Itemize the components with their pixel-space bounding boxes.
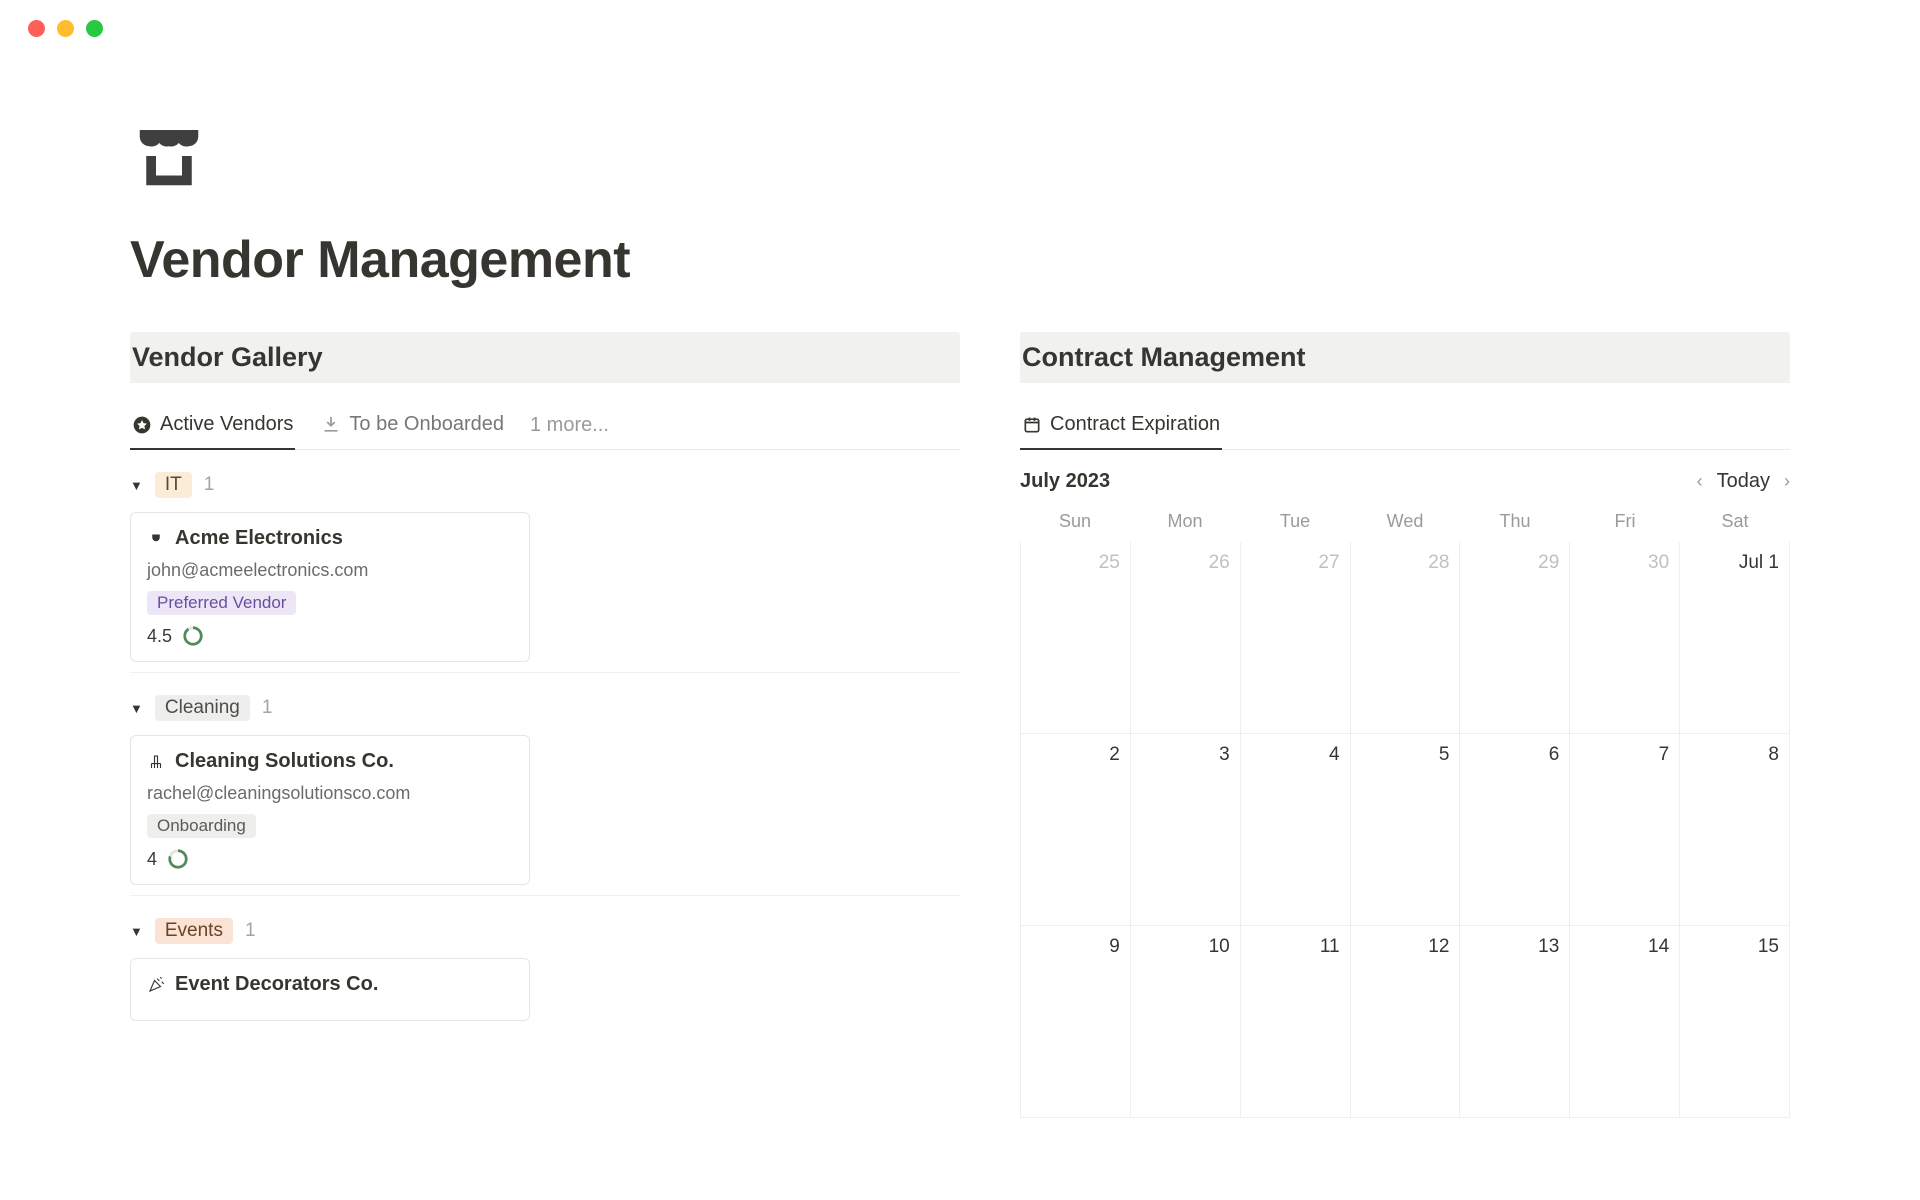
rating-value: 4.5 bbox=[147, 626, 172, 647]
disclosure-icon[interactable]: ▼ bbox=[130, 478, 143, 493]
group-count: 1 bbox=[245, 920, 256, 942]
group-count: 1 bbox=[262, 697, 273, 719]
calendar-cell[interactable]: 6 bbox=[1460, 734, 1570, 926]
badge-preferred-vendor: Preferred Vendor bbox=[147, 591, 296, 615]
calendar-grid: Sun Mon Tue Wed Thu Fri Sat 25 26 27 28 … bbox=[1020, 511, 1790, 1118]
calendar-cell[interactable]: 2 bbox=[1021, 734, 1131, 926]
party-icon bbox=[147, 976, 165, 994]
calendar-cell[interactable]: 27 bbox=[1241, 542, 1351, 734]
card-title-text: Acme Electronics bbox=[175, 527, 343, 550]
tab-to-be-onboarded[interactable]: To be Onboarded bbox=[319, 401, 506, 450]
calendar-icon bbox=[1022, 415, 1042, 435]
contract-tabs: Contract Expiration bbox=[1020, 401, 1790, 450]
group-tag-cleaning: Cleaning bbox=[155, 695, 250, 721]
rating-ring-icon bbox=[182, 625, 204, 647]
card-email: john@acmeelectronics.com bbox=[147, 560, 513, 581]
calendar-cell[interactable]: 10 bbox=[1131, 926, 1241, 1118]
dow-label: Sun bbox=[1020, 511, 1130, 532]
store-icon bbox=[130, 117, 208, 195]
calendar-prev-button[interactable]: ‹ bbox=[1697, 471, 1703, 492]
tab-label: Active Vendors bbox=[160, 413, 293, 436]
disclosure-icon[interactable]: ▼ bbox=[130, 924, 143, 939]
group-header-cleaning[interactable]: ▼ Cleaning 1 bbox=[130, 695, 960, 721]
group-header-events[interactable]: ▼ Events 1 bbox=[130, 918, 960, 944]
calendar-cell[interactable]: 8 bbox=[1680, 734, 1790, 926]
page-title: Vendor Management bbox=[130, 230, 1790, 290]
calendar-cell[interactable]: 26 bbox=[1131, 542, 1241, 734]
tab-contract-expiration[interactable]: Contract Expiration bbox=[1020, 401, 1222, 450]
vendor-card-events[interactable]: Event Decorators Co. bbox=[130, 958, 530, 1021]
minimize-window-button[interactable] bbox=[57, 20, 74, 37]
disclosure-icon[interactable]: ▼ bbox=[130, 701, 143, 716]
calendar-next-button[interactable]: › bbox=[1784, 471, 1790, 492]
dow-label: Wed bbox=[1350, 511, 1460, 532]
group-tag-it: IT bbox=[155, 472, 192, 498]
star-icon bbox=[132, 415, 152, 435]
calendar-cell[interactable]: 28 bbox=[1351, 542, 1461, 734]
calendar-cell[interactable]: 12 bbox=[1351, 926, 1461, 1118]
calendar-cell[interactable]: 11 bbox=[1241, 926, 1351, 1118]
vendor-card-acme[interactable]: Acme Electronics john@acmeelectronics.co… bbox=[130, 512, 530, 662]
plug-icon bbox=[147, 530, 165, 548]
calendar-cell[interactable]: 5 bbox=[1351, 734, 1461, 926]
rating-value: 4 bbox=[147, 849, 157, 870]
group-count: 1 bbox=[204, 474, 215, 496]
close-window-button[interactable] bbox=[28, 20, 45, 37]
card-title-text: Event Decorators Co. bbox=[175, 973, 378, 996]
vendor-gallery-header: Vendor Gallery bbox=[130, 332, 960, 383]
card-title-text: Cleaning Solutions Co. bbox=[175, 750, 394, 773]
calendar-month: July 2023 bbox=[1020, 470, 1110, 493]
calendar-cell[interactable]: Jul 1 bbox=[1680, 542, 1790, 734]
calendar-cell[interactable]: 3 bbox=[1131, 734, 1241, 926]
group-tag-events: Events bbox=[155, 918, 233, 944]
group-header-it[interactable]: ▼ IT 1 bbox=[130, 472, 960, 498]
badge-onboarding: Onboarding bbox=[147, 814, 256, 838]
tab-label: To be Onboarded bbox=[349, 413, 504, 436]
gallery-tabs: Active Vendors To be Onboarded 1 more... bbox=[130, 401, 960, 450]
calendar-cell[interactable]: 9 bbox=[1021, 926, 1131, 1118]
calendar-cell[interactable]: 13 bbox=[1460, 926, 1570, 1118]
dow-label: Thu bbox=[1460, 511, 1570, 532]
vendor-card-cleaning[interactable]: Cleaning Solutions Co. rachel@cleaningso… bbox=[130, 735, 530, 885]
dow-label: Tue bbox=[1240, 511, 1350, 532]
tab-active-vendors[interactable]: Active Vendors bbox=[130, 401, 295, 450]
calendar-cell[interactable]: 29 bbox=[1460, 542, 1570, 734]
tab-label: Contract Expiration bbox=[1050, 413, 1220, 436]
calendar-cell[interactable]: 7 bbox=[1570, 734, 1680, 926]
calendar-cell[interactable]: 4 bbox=[1241, 734, 1351, 926]
dow-label: Fri bbox=[1570, 511, 1680, 532]
calendar-today-button[interactable]: Today bbox=[1717, 470, 1770, 493]
dow-label: Mon bbox=[1130, 511, 1240, 532]
contract-management-header: Contract Management bbox=[1020, 332, 1790, 383]
window-controls bbox=[0, 0, 1920, 37]
maximize-window-button[interactable] bbox=[86, 20, 103, 37]
calendar-cell[interactable]: 25 bbox=[1021, 542, 1131, 734]
more-tabs[interactable]: 1 more... bbox=[530, 402, 609, 449]
cleaning-icon bbox=[147, 753, 165, 771]
calendar-cell[interactable]: 30 bbox=[1570, 542, 1680, 734]
calendar-cell[interactable]: 14 bbox=[1570, 926, 1680, 1118]
download-icon bbox=[321, 415, 341, 435]
rating-ring-icon bbox=[167, 848, 189, 870]
calendar-cell[interactable]: 15 bbox=[1680, 926, 1790, 1118]
card-email: rachel@cleaningsolutionsco.com bbox=[147, 783, 513, 804]
dow-label: Sat bbox=[1680, 511, 1790, 532]
